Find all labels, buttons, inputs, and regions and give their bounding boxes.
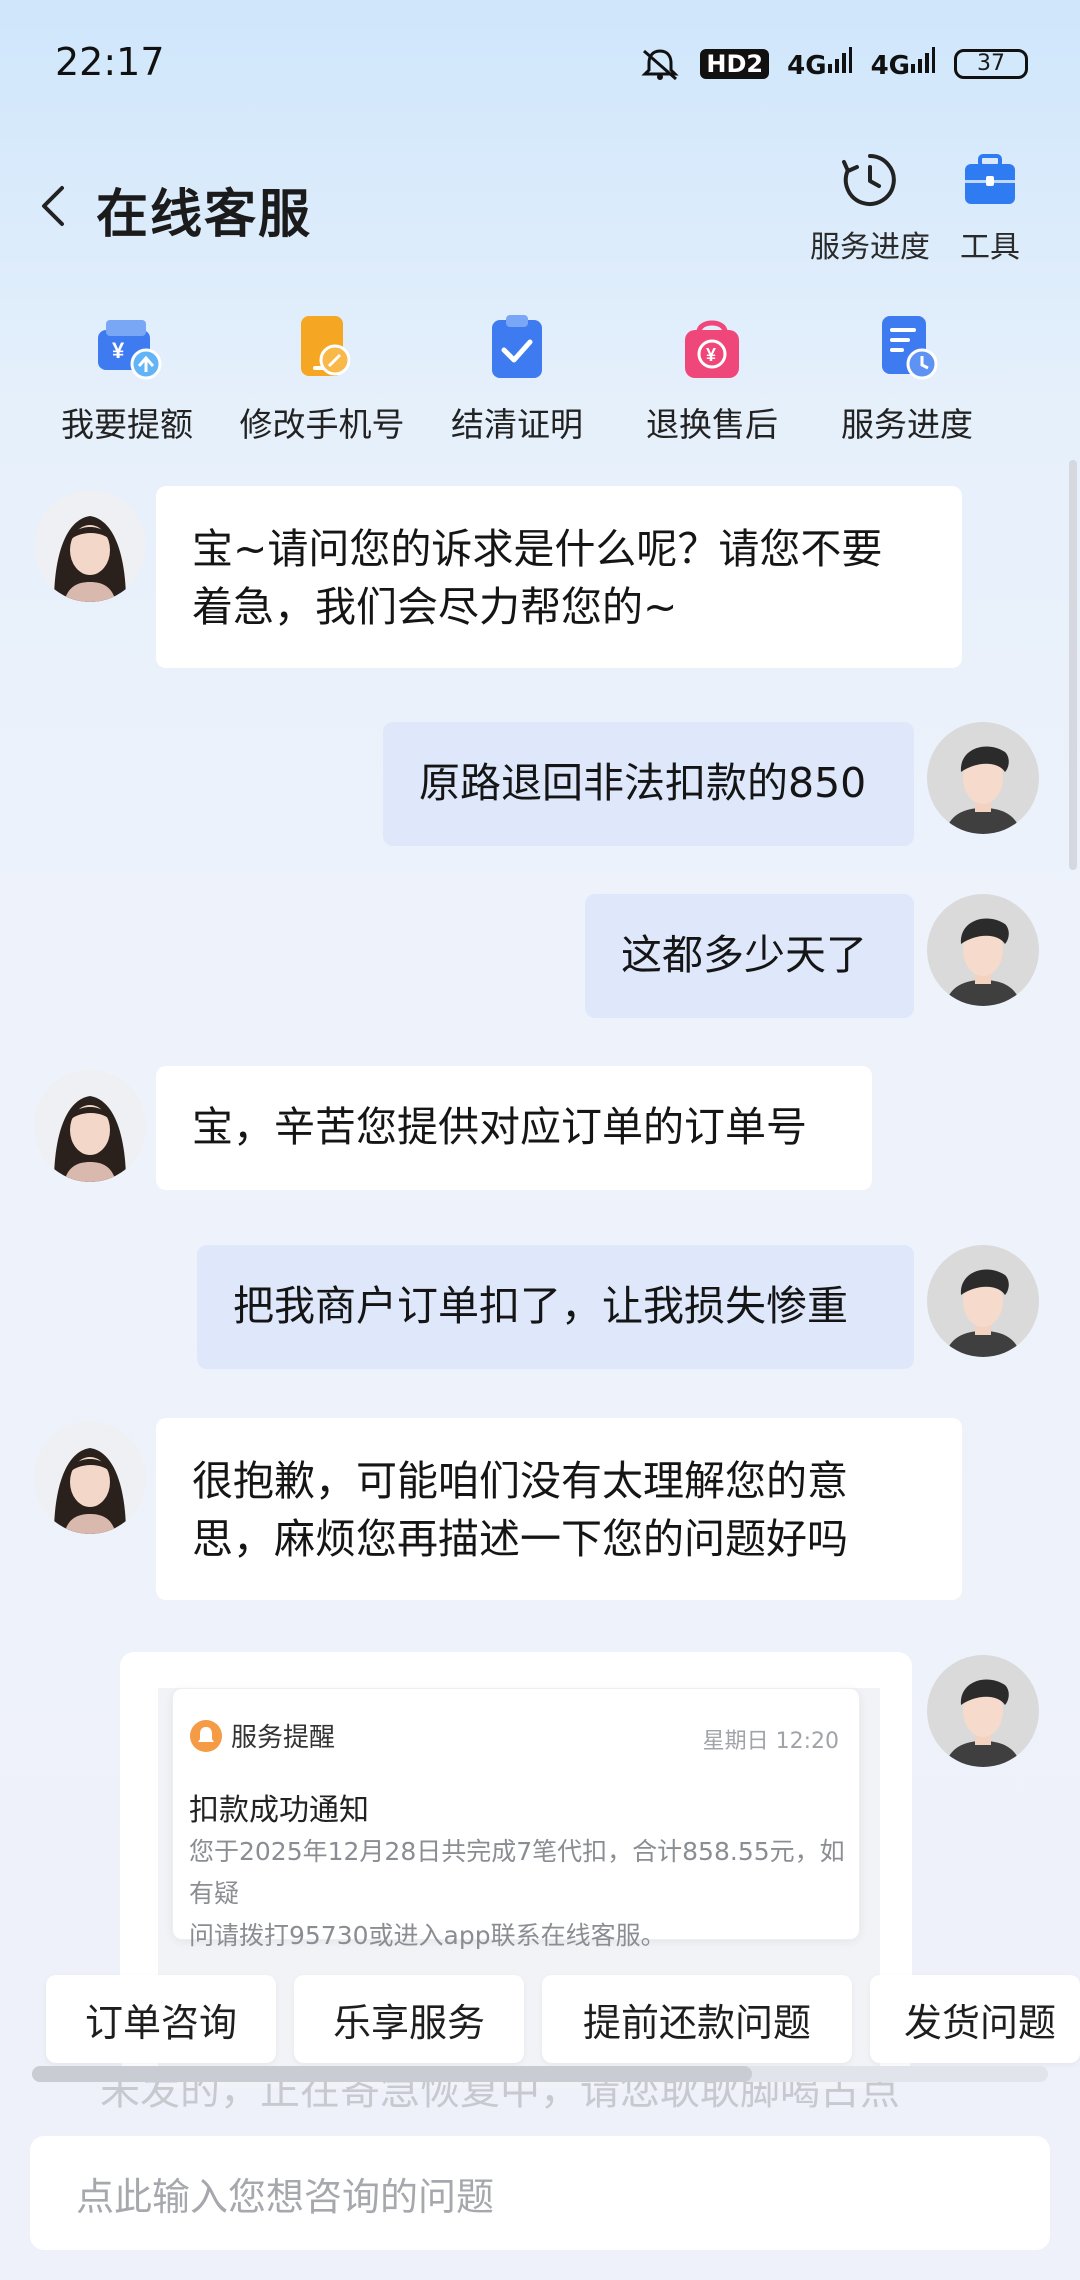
message-bubble-agent: 宝，辛苦您提供对应订单的订单号 bbox=[156, 1066, 872, 1190]
chip-lexiang-service[interactable]: 乐享服务 bbox=[294, 1975, 524, 2063]
bell-icon bbox=[190, 1719, 222, 1752]
notification-body-line: 问请拨打95730或进入app联系在线客服。 bbox=[189, 1921, 666, 1950]
status-icons: HD2 4G 4G 37 bbox=[638, 46, 1028, 81]
svg-text:¥: ¥ bbox=[706, 345, 716, 365]
user-avatar bbox=[927, 894, 1039, 1006]
message-text: 原路退回非法扣款的850 bbox=[419, 759, 867, 807]
signal-4g-icon-2: 4G bbox=[871, 46, 936, 81]
chevron-left-icon bbox=[42, 186, 64, 226]
message-text-line: 着急，我们会尽力帮您的~ bbox=[192, 583, 678, 631]
agent-avatar bbox=[34, 1070, 146, 1182]
tools-button[interactable]: 工具 bbox=[930, 150, 1050, 266]
message-text: 这都多少天了 bbox=[621, 931, 867, 979]
agent-avatar bbox=[34, 490, 146, 602]
mute-bell-icon bbox=[641, 48, 680, 80]
message-text: 宝，辛苦您提供对应订单的订单号 bbox=[192, 1103, 807, 1151]
user-avatar bbox=[927, 1245, 1039, 1357]
message-bubble-agent: 很抱歉，可能咱们没有太理解您的意 思，麻烦您再描述一下您的问题好吗 bbox=[156, 1418, 962, 1600]
user-avatar bbox=[927, 722, 1039, 834]
chip-shipping-issue[interactable]: 发货问题 bbox=[870, 1975, 1080, 2063]
toolbox-icon bbox=[965, 154, 1015, 204]
hd-icon: HD2 bbox=[700, 48, 770, 79]
tools-label: 工具 bbox=[960, 230, 1020, 265]
agent-avatar bbox=[34, 1422, 146, 1534]
wallet-up-icon: ¥ bbox=[98, 320, 162, 380]
chip-early-repayment[interactable]: 提前还款问题 bbox=[542, 1975, 852, 2063]
shortcut-label: 服务进度 bbox=[841, 405, 973, 444]
shortcut-label: 退换售后 bbox=[646, 405, 778, 444]
back-button[interactable] bbox=[28, 178, 78, 234]
page-title: 在线客服 bbox=[96, 185, 313, 245]
doc-clock-icon bbox=[882, 316, 938, 380]
notification-source: 服务提醒 bbox=[231, 1723, 336, 1753]
message-bubble-agent: 宝~请问您的诉求是什么呢？请您不要 着急，我们会尽力帮您的~ bbox=[156, 486, 962, 668]
notification-header: 服务提醒 bbox=[189, 1717, 335, 1754]
notification-title: 扣款成功通知 bbox=[189, 1793, 369, 1828]
service-progress-label: 服务进度 bbox=[810, 230, 930, 265]
chips-scrollbar-thumb[interactable] bbox=[32, 2066, 752, 2082]
clock-icon bbox=[842, 154, 896, 206]
notification-body: 您于2025年12月28日共完成7笔代扣，合计858.55元，如有疑 问请拨打9… bbox=[189, 1831, 849, 1957]
message-text: 把我商户订单扣了，让我损失惨重 bbox=[233, 1282, 848, 1330]
shortcut-change-phone[interactable]: 修改手机号 bbox=[227, 312, 417, 446]
chip-order-inquiry[interactable]: 订单咨询 bbox=[46, 1975, 276, 2063]
clipboard-check-icon bbox=[492, 315, 542, 378]
shortcut-label: 我要提额 bbox=[61, 405, 193, 444]
message-text-line: 宝~请问您的诉求是什么呢？请您不要 bbox=[192, 525, 883, 573]
shortcut-service-progress[interactable]: 服务进度 bbox=[812, 312, 1002, 446]
message-bubble-user: 把我商户订单扣了，让我损失惨重 bbox=[197, 1245, 914, 1369]
message-bubble-user: 原路退回非法扣款的850 bbox=[383, 722, 914, 846]
service-progress-button[interactable]: 服务进度 bbox=[810, 150, 930, 266]
question-input[interactable]: 点此输入您想咨询的问题 bbox=[30, 2136, 1050, 2250]
shortcut-label: 修改手机号 bbox=[239, 405, 405, 444]
phone-edit-icon bbox=[301, 316, 351, 376]
message-text-line: 很抱歉，可能咱们没有太理解您的意 bbox=[192, 1457, 848, 1505]
shortcut-raise-limit[interactable]: ¥ 我要提额 bbox=[32, 312, 222, 446]
shortcut-settlement-proof[interactable]: 结清证明 bbox=[422, 312, 612, 446]
message-text-line: 思，麻烦您再描述一下您的问题好吗 bbox=[192, 1515, 848, 1563]
status-time: 22:17 bbox=[55, 40, 165, 84]
chat-scrollbar[interactable] bbox=[1069, 460, 1077, 870]
svg-text:¥: ¥ bbox=[112, 338, 125, 363]
shortcut-after-sales[interactable]: ¥ 退换售后 bbox=[617, 312, 807, 446]
notification-time: 星期日 12:20 bbox=[702, 1729, 839, 1754]
signal-4g-icon: 4G bbox=[787, 46, 852, 81]
user-avatar bbox=[927, 1655, 1039, 1767]
notification-card: 服务提醒 星期日 12:20 扣款成功通知 您于2025年12月28日共完成7笔… bbox=[172, 1688, 860, 1950]
message-bubble-user: 这都多少天了 bbox=[585, 894, 914, 1018]
notification-body-line: 您于2025年12月28日共完成7笔代扣，合计858.55元，如有疑 bbox=[189, 1837, 845, 1908]
bag-refund-icon: ¥ bbox=[685, 320, 739, 378]
shortcut-label: 结清证明 bbox=[451, 405, 583, 444]
battery-icon: 37 bbox=[954, 48, 1028, 79]
